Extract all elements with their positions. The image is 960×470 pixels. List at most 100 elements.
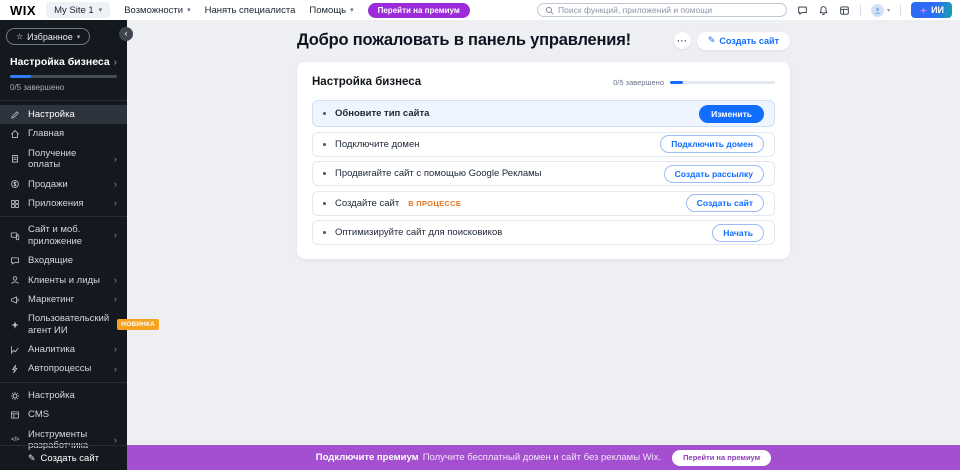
connect-domain-button[interactable]: Подключить домен bbox=[660, 135, 764, 153]
ai-assistant-button[interactable]: ИИ bbox=[911, 2, 952, 18]
task-connect-domain[interactable]: Подключите домен Подключить домен bbox=[312, 132, 775, 157]
sidebar-item-customers-leads[interactable]: Клиенты и лиды › bbox=[0, 271, 127, 290]
sidebar-item-label: Настройка bbox=[28, 109, 117, 120]
change-button[interactable]: Изменить bbox=[699, 105, 764, 123]
site-selector[interactable]: My Site 1 ▾ bbox=[46, 2, 110, 18]
sidebar-item-get-paid[interactable]: Получение оплаты › bbox=[0, 144, 127, 175]
sidebar-item-marketing[interactable]: Маркетинг › bbox=[0, 290, 127, 309]
sidebar-item-label: Настройка bbox=[28, 390, 117, 401]
more-options-button[interactable]: ··· bbox=[674, 32, 691, 49]
create-site-button-label: Создать сайт bbox=[719, 36, 779, 46]
sidebar-create-site-button[interactable]: ✎ Создать сайт bbox=[0, 445, 127, 470]
chevron-right-icon: › bbox=[114, 344, 117, 355]
wix-logo: WIX bbox=[10, 3, 36, 18]
chevron-right-icon: › bbox=[114, 294, 117, 305]
avatar[interactable] bbox=[871, 4, 884, 17]
notifications-bell-icon[interactable] bbox=[818, 5, 829, 16]
bullet-dot bbox=[323, 202, 326, 205]
chevron-right-icon: › bbox=[114, 179, 117, 190]
new-badge: НОВИНКА bbox=[117, 319, 159, 330]
sidebar-item-label: Клиенты и лиды bbox=[28, 275, 106, 286]
sidebar-menu: Настройка Главная Получение оплаты › Про… bbox=[0, 101, 127, 459]
sidebar-item-apps[interactable]: Приложения › bbox=[0, 194, 127, 213]
chevron-right-icon: › bbox=[114, 154, 117, 165]
sidebar-item-cms[interactable]: CMS bbox=[0, 405, 127, 424]
sidebar-item-site-mobile-app[interactable]: Сайт и моб. приложение › bbox=[0, 220, 127, 251]
sidebar-item-analytics[interactable]: Аналитика › bbox=[0, 340, 127, 359]
sidebar-item-label: Приложения bbox=[28, 198, 106, 209]
task-label: Подключите домен bbox=[335, 139, 419, 150]
sidebar-item-label: CMS bbox=[28, 409, 117, 420]
sidebar-item-sales[interactable]: Продажи › bbox=[0, 175, 127, 194]
task-promote-google-ads[interactable]: Продвигайте сайт с помощью Google Реклам… bbox=[312, 161, 775, 186]
task-label: Оптимизируйте сайт для поисковиков bbox=[335, 227, 502, 238]
task-create-site[interactable]: Создайте сайт В ПРОЦЕССЕ Создать сайт bbox=[312, 191, 775, 216]
create-site-task-button[interactable]: Создать сайт bbox=[686, 194, 764, 212]
divider bbox=[900, 5, 901, 16]
gear-icon bbox=[10, 391, 20, 401]
megaphone-icon bbox=[10, 295, 20, 305]
search-icon bbox=[545, 6, 554, 15]
task-label: Обновите тип сайта bbox=[335, 108, 429, 119]
search-input[interactable] bbox=[558, 5, 779, 15]
sidebar-progress-label: 0/5 завершено bbox=[10, 83, 117, 92]
analytics-icon bbox=[10, 345, 20, 355]
task-optimize-seo[interactable]: Оптимизируйте сайт для поисковиков Начат… bbox=[312, 220, 775, 245]
sidebar-progress-fill bbox=[10, 75, 31, 78]
task-update-site-type[interactable]: Обновите тип сайта Изменить bbox=[312, 100, 775, 127]
sidebar-item-automations[interactable]: Автопроцессы › bbox=[0, 359, 127, 378]
task-label: Продвигайте сайт с помощью Google Реклам… bbox=[335, 168, 542, 179]
upgrade-premium-button[interactable]: Перейти на премиум bbox=[368, 3, 470, 18]
sidebar-item-inbox[interactable]: Входящие bbox=[0, 251, 127, 270]
favorites-dropdown[interactable]: ☆ Избранное ▾ bbox=[6, 28, 90, 45]
sidebar-item-ai-agent[interactable]: Пользовательский агент ИИ НОВИНКА bbox=[0, 309, 127, 340]
sparkle-icon bbox=[919, 6, 928, 15]
setup-progress-title: Настройка бизнеса bbox=[10, 56, 110, 68]
nav-label: Помощь bbox=[309, 5, 346, 16]
setup-progress-section: Настройка бизнеса › 0/5 завершено bbox=[0, 52, 127, 101]
people-icon bbox=[10, 275, 20, 285]
chevron-down-icon: ▾ bbox=[99, 6, 103, 14]
ai-button-label: ИИ bbox=[931, 5, 944, 15]
invoice-icon bbox=[10, 154, 20, 164]
business-setup-card: Настройка бизнеса 0/5 завершено Обновите… bbox=[297, 62, 790, 259]
code-icon: </> bbox=[10, 436, 20, 444]
sidebar-item-settings[interactable]: Настройка bbox=[0, 386, 127, 405]
inbox-icon bbox=[10, 256, 20, 266]
chat-icon[interactable] bbox=[797, 5, 808, 16]
nav-help[interactable]: Помощь ▾ bbox=[309, 5, 353, 16]
create-campaign-button[interactable]: Создать рассылку bbox=[664, 165, 764, 183]
go-premium-button[interactable]: Перейти на премиум bbox=[672, 450, 771, 466]
sidebar-item-home[interactable]: Главная bbox=[0, 124, 127, 143]
sidebar-item-setup[interactable]: Настройка bbox=[0, 105, 127, 124]
nav-opportunities[interactable]: Возможности ▾ bbox=[124, 5, 190, 16]
bullet-dot bbox=[323, 231, 326, 234]
start-button[interactable]: Начать bbox=[712, 224, 764, 242]
chevron-right-icon: › bbox=[114, 435, 117, 446]
create-site-button[interactable]: ✎ Создать сайт bbox=[697, 32, 790, 50]
sidebar-progress-bar bbox=[10, 75, 117, 78]
chevron-right-icon: › bbox=[114, 198, 117, 209]
star-icon: ☆ bbox=[16, 32, 23, 41]
database-icon bbox=[10, 410, 20, 420]
apps-icon bbox=[10, 199, 20, 209]
devices-icon bbox=[10, 231, 20, 241]
page-title: Добро пожаловать в панель управления! bbox=[297, 31, 631, 50]
divider bbox=[860, 5, 861, 16]
apps-grid-icon[interactable] bbox=[839, 5, 850, 16]
card-progress-label: 0/5 завершено bbox=[613, 78, 664, 87]
search-bar[interactable] bbox=[537, 3, 787, 17]
sparkle-icon bbox=[10, 320, 20, 330]
chevron-down-icon: ▾ bbox=[77, 33, 81, 41]
divider bbox=[0, 216, 127, 217]
sidebar: ‹ ☆ Избранное ▾ Настройка бизнеса › 0/5 … bbox=[0, 20, 127, 470]
in-progress-badge: В ПРОЦЕССЕ bbox=[408, 199, 461, 208]
sidebar-item-label: Сайт и моб. приложение bbox=[28, 224, 106, 247]
nav-hire-specialist[interactable]: Нанять специалиста bbox=[205, 5, 296, 16]
chevron-right-icon: › bbox=[114, 275, 117, 286]
site-selector-label: My Site 1 bbox=[54, 5, 94, 16]
chevron-down-icon[interactable]: ▾ bbox=[887, 7, 890, 14]
setup-progress-header[interactable]: Настройка бизнеса › bbox=[10, 56, 117, 68]
sidebar-collapse-button[interactable]: ‹ bbox=[119, 27, 133, 41]
bullet-dot bbox=[323, 172, 326, 175]
